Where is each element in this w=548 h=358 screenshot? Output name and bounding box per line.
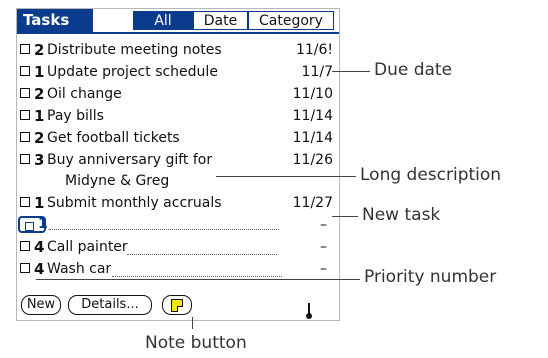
callout-long-description: Long description: [360, 165, 502, 185]
priority-number[interactable]: 1: [38, 216, 48, 232]
dotted-leader: [49, 229, 279, 230]
task-description[interactable]: Distribute meeting notes: [47, 39, 222, 61]
priority-number[interactable]: 4: [34, 236, 44, 258]
due-date[interactable]: –: [320, 236, 327, 258]
task-checkbox[interactable]: [20, 132, 30, 142]
callout-priority-number: Priority number: [364, 267, 497, 287]
task-description[interactable]: Call painter: [47, 236, 128, 258]
due-date[interactable]: 11/26: [293, 149, 333, 171]
task-checkbox[interactable]: [20, 44, 30, 54]
due-date[interactable]: –: [320, 214, 327, 236]
tab-date[interactable]: Date: [193, 11, 248, 30]
task-checkbox[interactable]: [25, 222, 34, 231]
task-row[interactable]: 4 Wash car –: [17, 258, 339, 280]
task-description[interactable]: Submit monthly accruals: [47, 192, 222, 214]
task-checkbox[interactable]: [20, 88, 30, 98]
priority-number[interactable]: 2: [34, 83, 44, 105]
task-description[interactable]: Update project schedule: [47, 61, 218, 83]
details-button[interactable]: Details...: [68, 295, 152, 315]
tasks-screen: Tasks All Date Category 2 Distribute mee…: [16, 8, 340, 321]
priority-number[interactable]: 3: [34, 149, 44, 171]
task-row[interactable]: 2 Get football tickets 11/14: [17, 127, 339, 149]
title-bar: Tasks All Date Category: [17, 9, 339, 32]
title-underline: [17, 32, 339, 34]
priority-number[interactable]: 4: [34, 258, 44, 280]
callout-line-long-description: [216, 176, 356, 177]
task-row-continuation[interactable]: Midyne & Greg: [17, 170, 339, 192]
callout-line-priority-number: [36, 279, 360, 280]
due-date[interactable]: –: [320, 258, 327, 280]
callout-note-button: Note button: [145, 333, 247, 353]
task-description[interactable]: Buy anniversary gift for: [47, 149, 212, 171]
task-checkbox[interactable]: [20, 66, 30, 76]
due-date[interactable]: 11/14: [293, 127, 333, 149]
callout-line-note-button: [192, 317, 193, 329]
task-row[interactable]: 3 Buy anniversary gift for 11/26: [17, 149, 339, 171]
new-task-selection[interactable]: 1: [18, 216, 48, 233]
task-description-continued[interactable]: Midyne & Greg: [65, 170, 169, 192]
due-date[interactable]: 11/6!: [296, 39, 333, 61]
task-row[interactable]: 4 Call painter –: [17, 236, 339, 258]
new-task-row[interactable]: 1 –: [17, 214, 339, 236]
priority-number[interactable]: 1: [34, 105, 44, 127]
task-checkbox[interactable]: [20, 197, 30, 207]
task-checkbox[interactable]: [20, 110, 30, 120]
priority-number[interactable]: 1: [34, 61, 44, 83]
dotted-leader: [127, 254, 277, 255]
task-checkbox[interactable]: [20, 263, 30, 273]
callout-new-task: New task: [362, 205, 441, 225]
task-description[interactable]: Oil change: [47, 83, 122, 105]
task-checkbox[interactable]: [20, 241, 30, 251]
task-description[interactable]: Pay bills: [47, 105, 104, 127]
task-row[interactable]: 2 Distribute meeting notes 11/6!: [17, 39, 339, 61]
priority-number[interactable]: 2: [34, 127, 44, 149]
callout-line-new-task: [332, 216, 358, 217]
due-date[interactable]: 11/10: [293, 83, 333, 105]
callout-due-date: Due date: [374, 60, 453, 80]
dotted-leader: [112, 276, 282, 277]
callout-line-due-date: [332, 71, 370, 72]
due-date[interactable]: 11/14: [293, 105, 333, 127]
task-row[interactable]: 1 Pay bills 11/14: [17, 105, 339, 127]
task-row[interactable]: 1 Update project schedule 11/7: [17, 61, 339, 83]
due-date[interactable]: 11/27: [293, 192, 333, 214]
priority-number[interactable]: 1: [34, 192, 44, 214]
scroll-indicator-icon[interactable]: [306, 303, 312, 319]
task-checkbox[interactable]: [20, 154, 30, 164]
due-date[interactable]: 11/7: [302, 61, 333, 83]
new-button[interactable]: New: [21, 295, 61, 315]
app-title: Tasks: [17, 9, 93, 32]
task-row[interactable]: 1 Submit monthly accruals 11/27: [17, 192, 339, 214]
task-row[interactable]: 2 Oil change 11/10: [17, 83, 339, 105]
tab-all[interactable]: All: [133, 11, 193, 30]
task-description[interactable]: Get football tickets: [47, 127, 180, 149]
tab-category[interactable]: Category: [248, 11, 334, 30]
note-icon: [171, 299, 183, 312]
priority-number[interactable]: 2: [34, 39, 44, 61]
task-description[interactable]: Wash car: [47, 258, 111, 280]
note-button[interactable]: [162, 295, 192, 315]
